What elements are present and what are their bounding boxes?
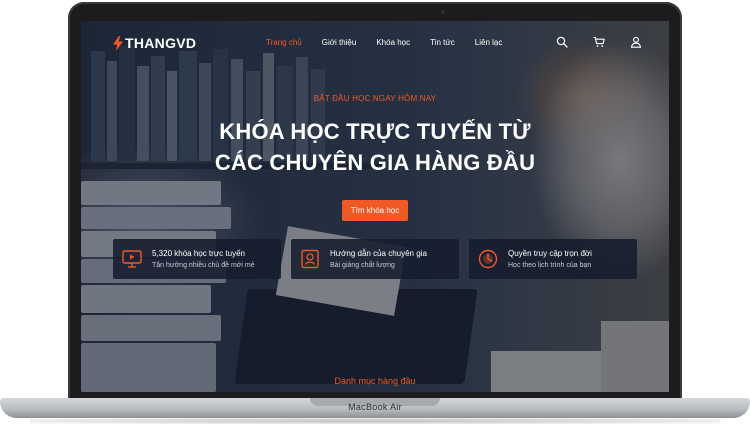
menu-item-about[interactable]: Giới thiệu bbox=[322, 38, 357, 47]
laptop-shadow bbox=[30, 418, 720, 424]
find-course-button[interactable]: Tìm khóa học bbox=[342, 200, 408, 221]
menu-item-courses[interactable]: Khóa học bbox=[376, 38, 410, 47]
device-label: MacBook Air bbox=[348, 402, 402, 412]
user-icon[interactable] bbox=[630, 36, 642, 48]
video-lesson-icon bbox=[122, 250, 142, 268]
lightning-bolt-icon bbox=[113, 35, 123, 51]
expert-book-icon bbox=[301, 249, 319, 269]
logo-text: THANGVD bbox=[125, 35, 197, 51]
top-categories-heading: Danh mục hàng đầu bbox=[334, 376, 416, 386]
clock-access-icon bbox=[478, 249, 498, 269]
search-icon[interactable] bbox=[556, 36, 568, 48]
camera-dot bbox=[441, 10, 445, 14]
cart-icon[interactable] bbox=[593, 36, 605, 48]
feature-card-lifetime: Quyền truy cập trọn đời Học theo lịch tr… bbox=[469, 239, 637, 279]
hero-kicker: BẮT ĐẦU HỌC NGAY HÔM NAY bbox=[313, 94, 437, 103]
feature-subtitle: Tận hưởng nhiều chủ đề mới mẻ bbox=[152, 262, 255, 269]
feature-title: Quyền truy cập trọn đời bbox=[508, 249, 592, 258]
menu-item-news[interactable]: Tin tức bbox=[430, 38, 455, 47]
feature-subtitle: Bài giảng chất lượng bbox=[330, 262, 395, 269]
nav-actions bbox=[531, 36, 642, 48]
top-navigation: THANGVD Trang chủ Giới thiệu Khóa học Ti… bbox=[81, 21, 669, 65]
hero-headline-line-1: KHÓA HỌC TRỰC TUYẾN TỪ bbox=[219, 119, 531, 144]
feature-subtitle: Học theo lịch trình của bạn bbox=[508, 262, 592, 269]
main-menu: Trang chủ Giới thiệu Khóa học Tin tức Li… bbox=[266, 38, 522, 47]
site-logo[interactable]: THANGVD bbox=[113, 35, 196, 51]
feature-title: 5,320 khóa học trực tuyến bbox=[152, 249, 245, 258]
hero-headline-line-2: CÁC CHUYÊN GIA HÀNG ĐẦU bbox=[214, 150, 536, 175]
menu-item-home[interactable]: Trang chủ bbox=[266, 38, 302, 47]
feature-title: Hướng dẫn của chuyên gia bbox=[330, 249, 427, 258]
feature-card-courses: 5,320 khóa học trực tuyến Tận hưởng nhiề… bbox=[113, 239, 281, 279]
hero-headline: KHÓA HỌC TRỰC TUYẾN TỪ CÁC CHUYÊN GIA HÀ… bbox=[81, 116, 669, 178]
menu-item-contact[interactable]: Liên lạc bbox=[475, 38, 503, 47]
laptop-screen: THANGVD Trang chủ Giới thiệu Khóa học Ti… bbox=[81, 21, 669, 392]
feature-card-experts: Hướng dẫn của chuyên gia Bài giảng chất … bbox=[291, 239, 459, 279]
